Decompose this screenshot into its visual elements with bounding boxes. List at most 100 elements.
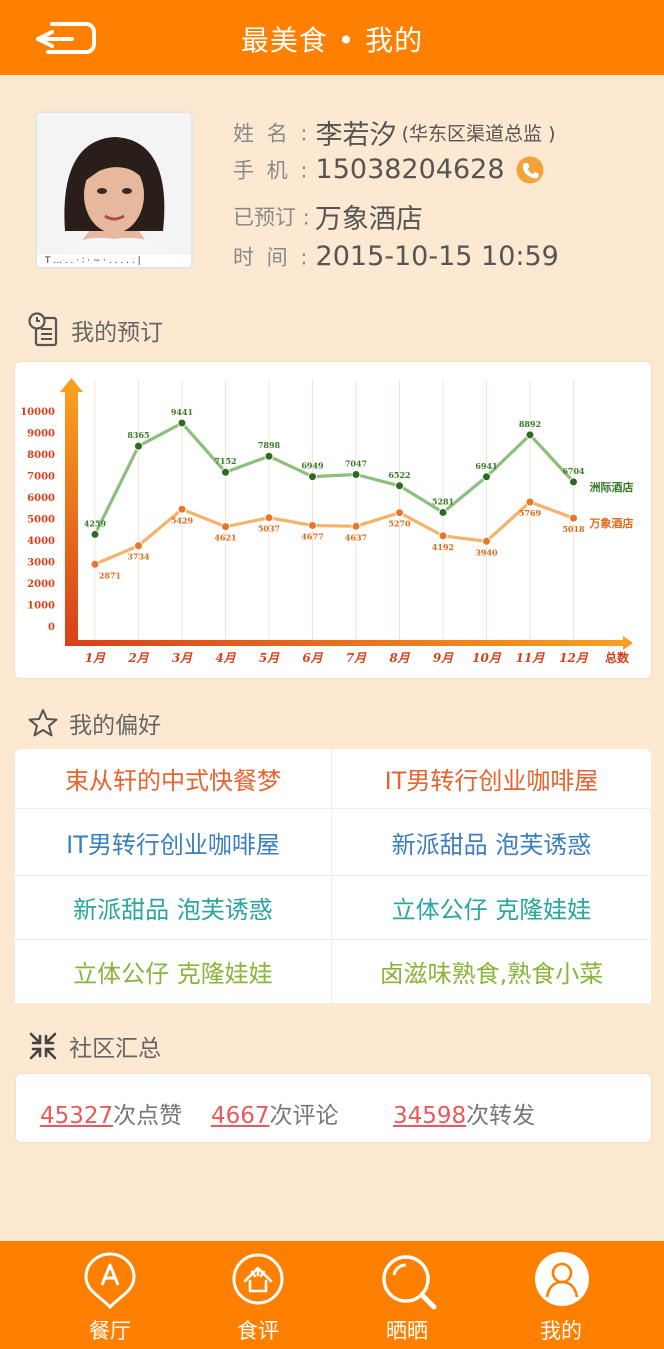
collapse-arrows-icon	[29, 1032, 57, 1060]
name-row: 姓 名 : 李若汐 (华东区渠道总监 )	[233, 113, 556, 153]
data-point	[482, 536, 491, 546]
likes-count: 45327	[40, 1103, 114, 1129]
bottom-tab-bar: 餐厅 食评 晒晒 我的	[0, 1241, 664, 1349]
data-point	[264, 513, 274, 523]
data-label: 4259	[84, 518, 107, 528]
page-title: 最美食 • 我的	[240, 24, 424, 57]
data-label: 3734	[127, 552, 150, 562]
data-label: 3940	[475, 547, 498, 557]
x-tick-label: 11月	[516, 651, 546, 665]
x-tick-label: 6月	[302, 651, 323, 665]
data-point	[395, 481, 404, 491]
data-label: 4192	[432, 542, 454, 552]
y-tick-label: 5000	[27, 515, 55, 526]
preference-item[interactable]: 束从轩的中式快餐梦	[15, 749, 332, 809]
comments-label: 次评论	[269, 1103, 339, 1129]
series-line	[94, 500, 575, 566]
y-tick-label: 9000	[27, 429, 55, 440]
data-label: 9441	[171, 407, 193, 417]
phone-row: 手 机 : 15038204628	[233, 154, 544, 194]
y-tick-label: 4000	[27, 536, 55, 547]
data-label: 6704	[562, 466, 585, 476]
data-label: 6941	[475, 461, 497, 471]
x-tick-label: 1月	[85, 651, 106, 665]
data-point	[221, 467, 230, 477]
preference-item[interactable]: IT男转行创业咖啡屋	[15, 809, 332, 876]
clipboard-clock-icon	[28, 312, 58, 347]
y-tick-label: 10000	[20, 407, 55, 418]
shares-label: 次转发	[466, 1103, 536, 1129]
tab-profile[interactable]: 我的	[506, 1241, 616, 1349]
preference-item[interactable]: 新派甜品 泡芙诱惑	[332, 809, 651, 876]
bookings-heading: 我的预订	[28, 312, 163, 347]
preference-item[interactable]: 新派甜品 泡芙诱惑	[15, 876, 332, 940]
y-tick-label: 0	[48, 622, 55, 633]
data-label: 6522	[388, 470, 410, 480]
review-icon	[232, 1253, 284, 1305]
likes-stat[interactable]: 45327次点赞	[40, 1096, 182, 1130]
data-point	[395, 508, 404, 518]
y-tick-label: 7000	[27, 472, 55, 483]
time-row: 时 间 : 2015-10-15 10:59	[233, 241, 559, 281]
data-point	[90, 529, 100, 539]
phone-number[interactable]: 15038204628	[316, 154, 505, 185]
data-point	[134, 441, 143, 451]
tab-review[interactable]: 食评	[203, 1241, 313, 1349]
tab-review-label: 食评	[237, 1319, 279, 1343]
preferences-grid: 束从轩的中式快餐梦 IT男转行创业咖啡屋 IT男转行创业咖啡屋 新派甜品 泡芙诱惑 新派…	[15, 749, 651, 1004]
y-axis-arrow	[60, 378, 83, 392]
data-point	[351, 521, 361, 531]
series-name-label: 万象酒店	[589, 516, 634, 530]
profile-section: T ... . . · ∶ · ~ · . . . . . | 姓 名 : 李若…	[0, 75, 664, 295]
data-point	[482, 472, 491, 482]
likes-label: 次点赞	[113, 1103, 183, 1129]
bookings-line-chart: 0 1000 2000 3000 4000 5000 6000 7000 8000 9000 100…	[20, 378, 634, 665]
tab-discover[interactable]: 晒晒	[352, 1241, 462, 1349]
preference-item[interactable]: IT男转行创业咖啡屋	[332, 749, 651, 809]
data-point	[351, 469, 361, 479]
data-point	[525, 497, 535, 507]
data-label: 8892	[519, 419, 541, 429]
profile-icon	[535, 1252, 589, 1306]
phone-label: 手 机 :	[233, 158, 311, 183]
y-tick-label: 2000	[27, 579, 55, 590]
data-point	[569, 477, 578, 487]
data-point	[308, 472, 317, 482]
name-label: 姓 名 :	[233, 121, 311, 146]
data-point	[177, 418, 187, 428]
data-point	[438, 507, 448, 517]
svg-text:T ... . . · ∶ · ~ · . . .: T ... . . · ∶ · ~ · . . . . . |	[44, 256, 141, 266]
star-icon	[28, 709, 58, 737]
preference-item[interactable]: 立体公仔 克隆娃娃	[15, 940, 332, 1004]
y-tick-label: 6000	[27, 493, 55, 504]
x-tick-label: 2月	[127, 651, 149, 665]
phone-call-icon[interactable]	[516, 156, 544, 184]
data-label: 5281	[432, 496, 454, 506]
data-label: 4677	[301, 531, 323, 541]
shares-stat[interactable]: 34598次转发	[393, 1096, 535, 1130]
time-label: 时 间 :	[233, 245, 311, 270]
community-heading: 社区汇总	[28, 1029, 161, 1063]
community-stats-card: 45327次点赞 4667次评论 34598次转发	[15, 1073, 652, 1143]
data-label: 7152	[214, 456, 236, 466]
x-axis-label: 总数	[605, 650, 630, 665]
data-label: 7047	[345, 458, 367, 468]
preference-item[interactable]: 立体公仔 克隆娃娃	[332, 876, 651, 940]
tab-restaurant[interactable]: 餐厅	[55, 1241, 165, 1349]
x-axis-arrow	[623, 636, 633, 650]
preferences-heading: 我的偏好	[28, 706, 161, 740]
data-label: 2871	[99, 570, 121, 580]
booking-time: 2015-10-15 10:59	[315, 241, 559, 272]
y-tick-label: 1000	[27, 601, 55, 612]
comments-count: 4667	[211, 1103, 270, 1129]
preference-item[interactable]: 卤滋味熟食,熟食小菜	[332, 940, 651, 1004]
data-point	[569, 513, 578, 523]
data-label: 8365	[127, 430, 149, 440]
x-tick-label: 12月	[559, 651, 589, 665]
data-label: 4637	[345, 532, 367, 542]
data-point	[525, 430, 535, 440]
y-axis-bar	[65, 390, 78, 642]
comments-stat[interactable]: 4667次评论	[211, 1096, 339, 1130]
top-bar: 最美食 • 我的	[0, 0, 664, 75]
tab-restaurant-label: 餐厅	[89, 1319, 131, 1343]
